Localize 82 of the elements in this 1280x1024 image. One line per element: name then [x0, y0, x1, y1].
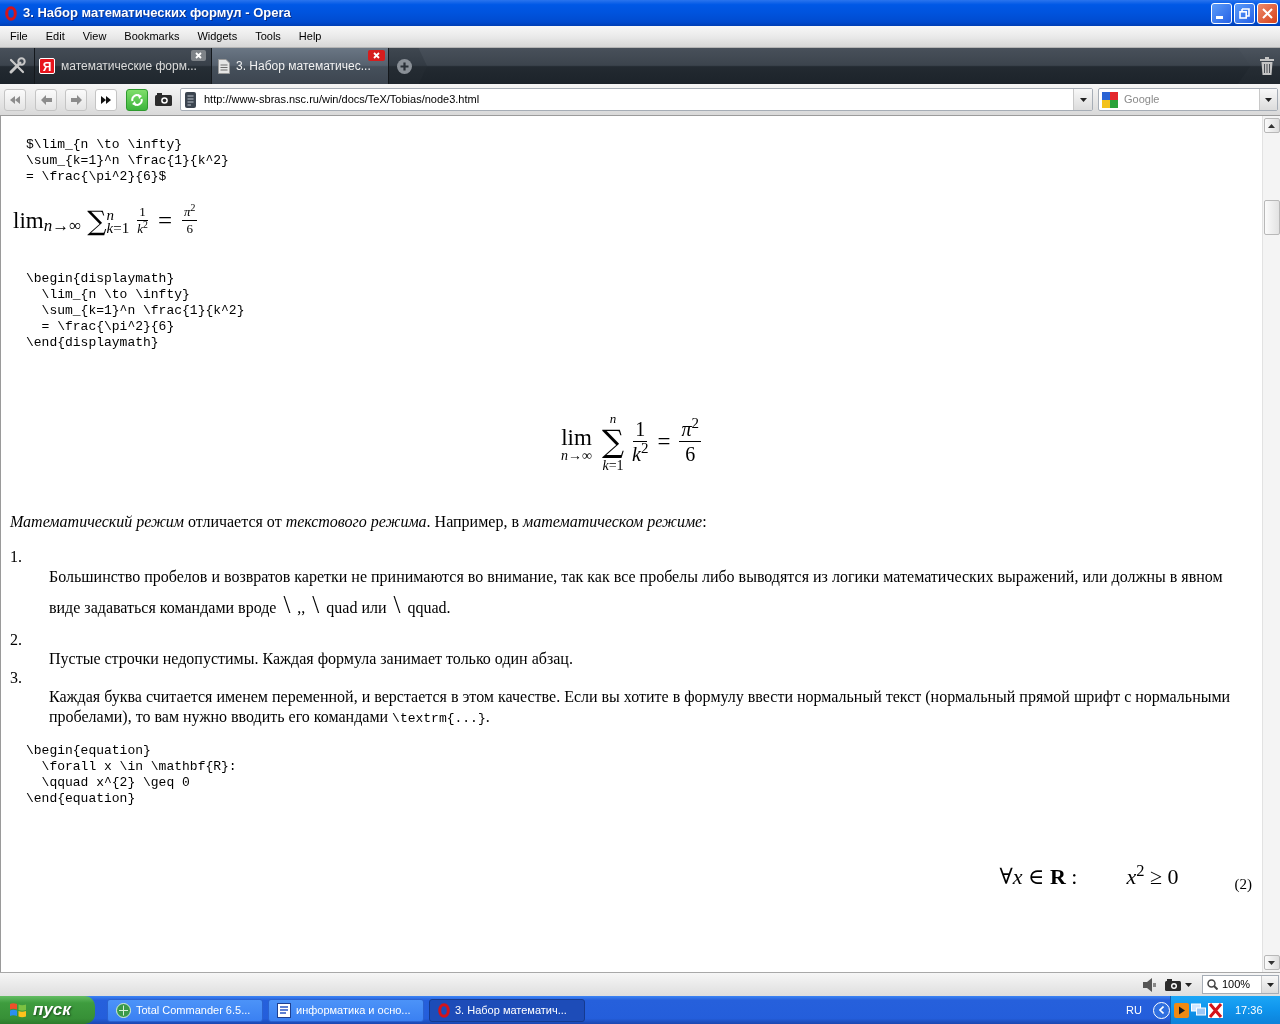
code-text: \begin{displaymath} \lim_{n \to \infty} \sum_{k=1}^n \frac{1}{k^2} = \frac{\pi^2}{6} \end{displaymath}	[26, 271, 245, 351]
equation-number: (2)	[1234, 876, 1252, 892]
camera-icon	[154, 93, 172, 106]
windows-logo-icon	[9, 1002, 27, 1018]
new-tab-button[interactable]	[389, 48, 427, 84]
start-button[interactable]: пуск	[0, 996, 95, 1024]
minimize-icon	[1216, 15, 1223, 19]
list-number: 2.	[10, 631, 22, 649]
caret-icon	[1079, 97, 1087, 102]
zoom-field[interactable]: 100%	[1202, 975, 1279, 994]
menu-item[interactable]: Tools	[246, 26, 290, 47]
clock: 17:36	[1235, 1002, 1263, 1018]
close-icon	[373, 52, 380, 59]
taskbar-button[interactable]: 3. Набор математич...	[429, 998, 585, 1022]
list-number: 3.	[10, 669, 22, 687]
minimize-button[interactable]	[1211, 2, 1232, 24]
code-text: \begin{equation} \forall x \in \mathbf{R}: \qquad x^{2} \geq 0 \end{equation}	[26, 743, 237, 807]
scrollbar-thumb[interactable]	[1263, 200, 1280, 235]
paragraph: Математический режим отличается от текстового режима. Например, в математическом режиме:	[10, 512, 707, 532]
search-icon	[1207, 979, 1218, 990]
menu-item[interactable]: Edit	[36, 26, 74, 47]
back-button[interactable]	[35, 88, 57, 111]
plus-icon	[397, 58, 412, 74]
speaker-icon	[1143, 977, 1156, 992]
reload-icon	[130, 92, 144, 107]
scroll-down-button[interactable]	[1263, 955, 1280, 970]
site-logo: Я	[39, 58, 55, 74]
tools-icon	[8, 57, 26, 75]
menu-item[interactable]: Help	[289, 26, 331, 47]
scroll-up-button[interactable]	[1263, 118, 1280, 133]
menu-item[interactable]: File	[1, 26, 37, 47]
reload-button[interactable]	[126, 88, 148, 111]
rewind-icon	[10, 95, 20, 104]
fast-forward-button[interactable]	[95, 88, 117, 111]
math-formula: ∀x ∈ R : x$^{2}$ ≥ 0	[999, 862, 1179, 891]
forward-arrow-icon	[70, 94, 82, 105]
close-icon	[195, 52, 202, 59]
list-item-text: Пустые строчки недопустимы. Каждая формула занимает только один абзац.	[49, 649, 574, 669]
page-icon	[185, 91, 196, 108]
dropdown-button[interactable]	[1259, 89, 1277, 110]
list-item-text: Большинство пробелов и возвратов каретки не принимаются во внимание, так как все пробелы либо выводятся из логики математических выражений, или должны в явном виде задаваться командами вроде \ ,, \ quad или \ qquad.	[49, 567, 1224, 620]
code-text: $\lim_{n \to \infty} \sum_{k=1}^n \frac{1}{k^2} = \frac{\pi^2}{6}$	[26, 137, 229, 185]
language-indicator[interactable]: RU	[1126, 1001, 1142, 1019]
trash-icon	[1260, 57, 1274, 75]
search-field[interactable]: Google	[1098, 88, 1278, 111]
window-title: 3. Набор математических формул - Opera	[23, 4, 291, 23]
menu-item[interactable]: Widgets	[188, 26, 247, 47]
browser-tab[interactable]: Я математические форм...	[35, 48, 212, 84]
caret-icon	[1266, 982, 1274, 987]
monitors-icon	[1191, 1003, 1206, 1017]
search-engine-icon	[1102, 91, 1118, 108]
media-player-icon	[1174, 1002, 1189, 1018]
tab-close-button[interactable]	[368, 50, 385, 61]
caret-icon	[1265, 97, 1272, 102]
menu-item[interactable]: Bookmarks	[115, 26, 189, 47]
opera-logo-icon	[5, 5, 17, 21]
fast-forward-icon	[101, 95, 111, 104]
browser-tab[interactable]: 3. Набор математичес...	[212, 48, 389, 84]
close-button[interactable]	[1257, 2, 1278, 24]
chevron-left-icon	[1159, 1006, 1164, 1014]
restore-icon	[1239, 7, 1250, 19]
close-icon	[1262, 7, 1273, 19]
caret-icon	[1185, 982, 1192, 987]
dropdown-button[interactable]	[1073, 89, 1092, 110]
list-number: 1.	[10, 548, 22, 566]
camera-icon	[1165, 978, 1181, 991]
address-field[interactable]: http://www-sbras.nsc.ru/win/docs/TeX/Tobias/node3.html	[180, 88, 1093, 111]
up-arrow-icon	[1268, 123, 1275, 128]
dropdown-button[interactable]	[1261, 976, 1278, 993]
document-icon	[277, 1002, 291, 1018]
back-arrow-icon	[40, 94, 52, 105]
rewind-button[interactable]	[4, 88, 26, 111]
restore-button[interactable]	[1234, 2, 1255, 24]
cross-mark-icon	[1208, 1002, 1223, 1018]
forward-button[interactable]	[65, 88, 87, 111]
tray-expand-button[interactable]	[1153, 1001, 1170, 1019]
page-icon	[218, 58, 230, 74]
globe-icon	[116, 1002, 131, 1018]
opera-logo-icon	[438, 1002, 450, 1018]
tab-close-button[interactable]	[191, 50, 206, 61]
down-arrow-icon	[1268, 960, 1275, 965]
menu-item[interactable]: View	[73, 26, 116, 47]
